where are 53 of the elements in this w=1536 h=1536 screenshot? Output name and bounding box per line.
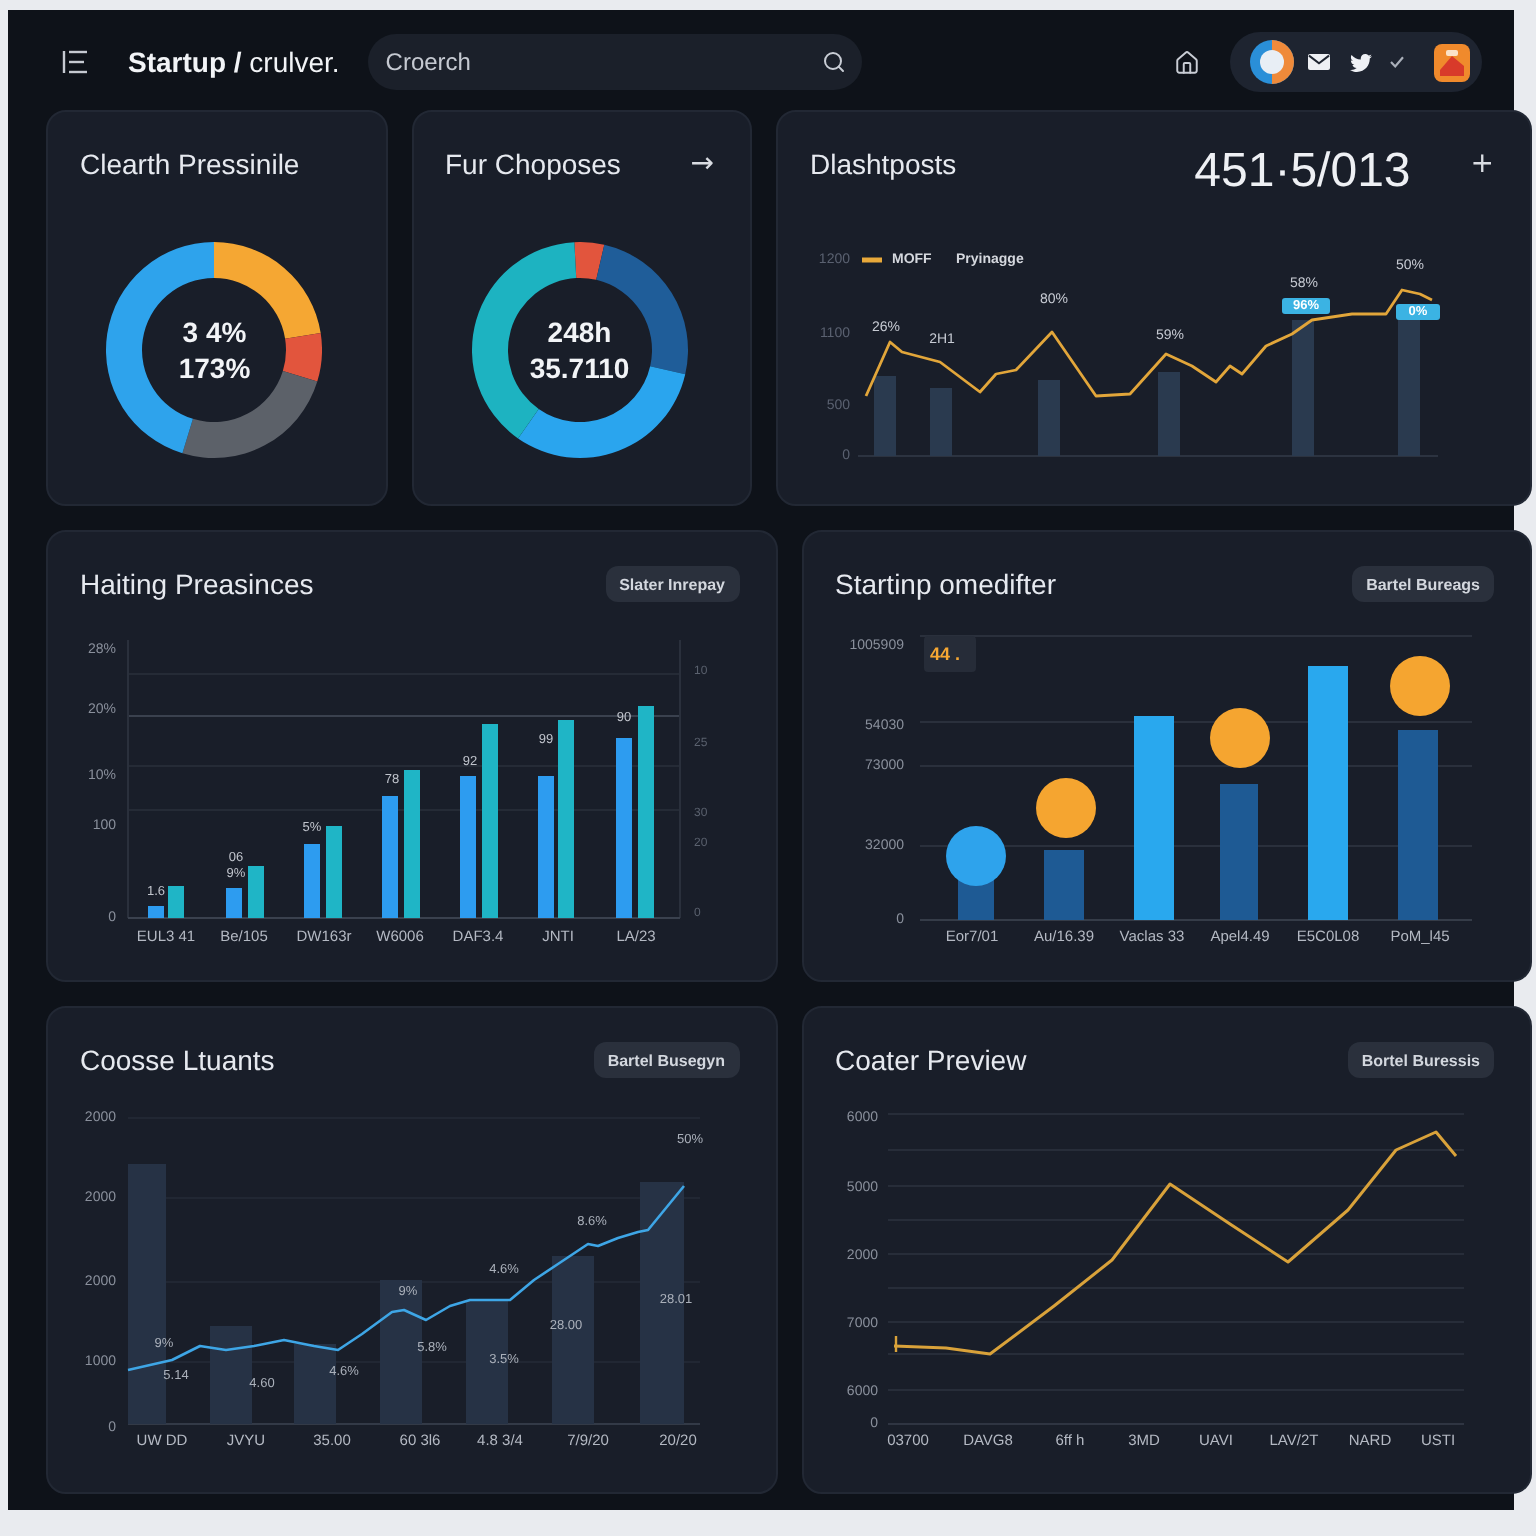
donut-center-value: 3 4%: [182, 314, 247, 350]
bar: [210, 1326, 252, 1424]
card-title: Startinp omedifter: [835, 568, 1056, 600]
mail-icon[interactable]: [1308, 54, 1330, 70]
arrow-button[interactable]: →: [690, 148, 714, 180]
bar: [304, 844, 320, 918]
bar: [874, 376, 896, 456]
bar: [148, 906, 164, 918]
bubble-marker: [1389, 656, 1449, 716]
card-title: Fur Choposes: [445, 148, 621, 180]
card-title: Dlashtposts: [810, 148, 957, 180]
legend-line-icon: [862, 257, 882, 263]
card-action-button[interactable]: Bartel Bureags: [1352, 566, 1494, 602]
bubble-marker: [1035, 778, 1095, 838]
bar: [326, 826, 342, 918]
bar: [538, 776, 554, 918]
card-title: Haiting Preasinces: [80, 568, 314, 600]
bar: [1219, 784, 1257, 920]
bubble-marker: [945, 826, 1005, 886]
bar: [168, 886, 184, 918]
bar: [460, 776, 476, 918]
bar: [226, 888, 242, 918]
bar: [930, 388, 952, 456]
bar: [248, 866, 264, 918]
card-title: Clearth Pressinile: [80, 148, 300, 180]
donut-center-value: 248h: [547, 314, 612, 350]
card-action-button[interactable]: Bortel Buressis: [1347, 1042, 1494, 1078]
breadcrumb: Startup / crulver.: [128, 46, 340, 78]
home-icon[interactable]: [1174, 49, 1200, 75]
card-action-button[interactable]: Bartel Busegyn: [593, 1042, 739, 1078]
bar: [1038, 380, 1060, 456]
search-icon[interactable]: [821, 50, 846, 74]
donut-center-value: 173%: [178, 350, 251, 386]
total-value: 451·5/013: [1194, 152, 1411, 192]
bar: [380, 1280, 422, 1424]
bar: [382, 796, 398, 918]
menu-icon[interactable]: [62, 50, 88, 74]
avatar-icon[interactable]: [1250, 40, 1294, 84]
card-title: Coater Preview: [835, 1044, 1027, 1076]
app-tile-icon[interactable]: [1434, 43, 1470, 81]
card-action-button[interactable]: Slater Inrepay: [605, 566, 739, 602]
check-icon[interactable]: [1390, 56, 1404, 68]
search-field[interactable]: Croerch: [367, 34, 862, 90]
bar: [1043, 850, 1083, 920]
bar: [1398, 316, 1420, 456]
bar: [1158, 372, 1180, 456]
card-title: Coosse Ltuants: [80, 1044, 275, 1076]
bar: [1292, 320, 1314, 456]
bubble-marker: [1209, 708, 1269, 768]
donut-center-value: 35.7110: [529, 350, 630, 386]
bird-icon[interactable]: [1350, 51, 1372, 73]
add-button[interactable]: +: [1470, 148, 1494, 180]
value-callout: 44 .: [923, 636, 975, 672]
